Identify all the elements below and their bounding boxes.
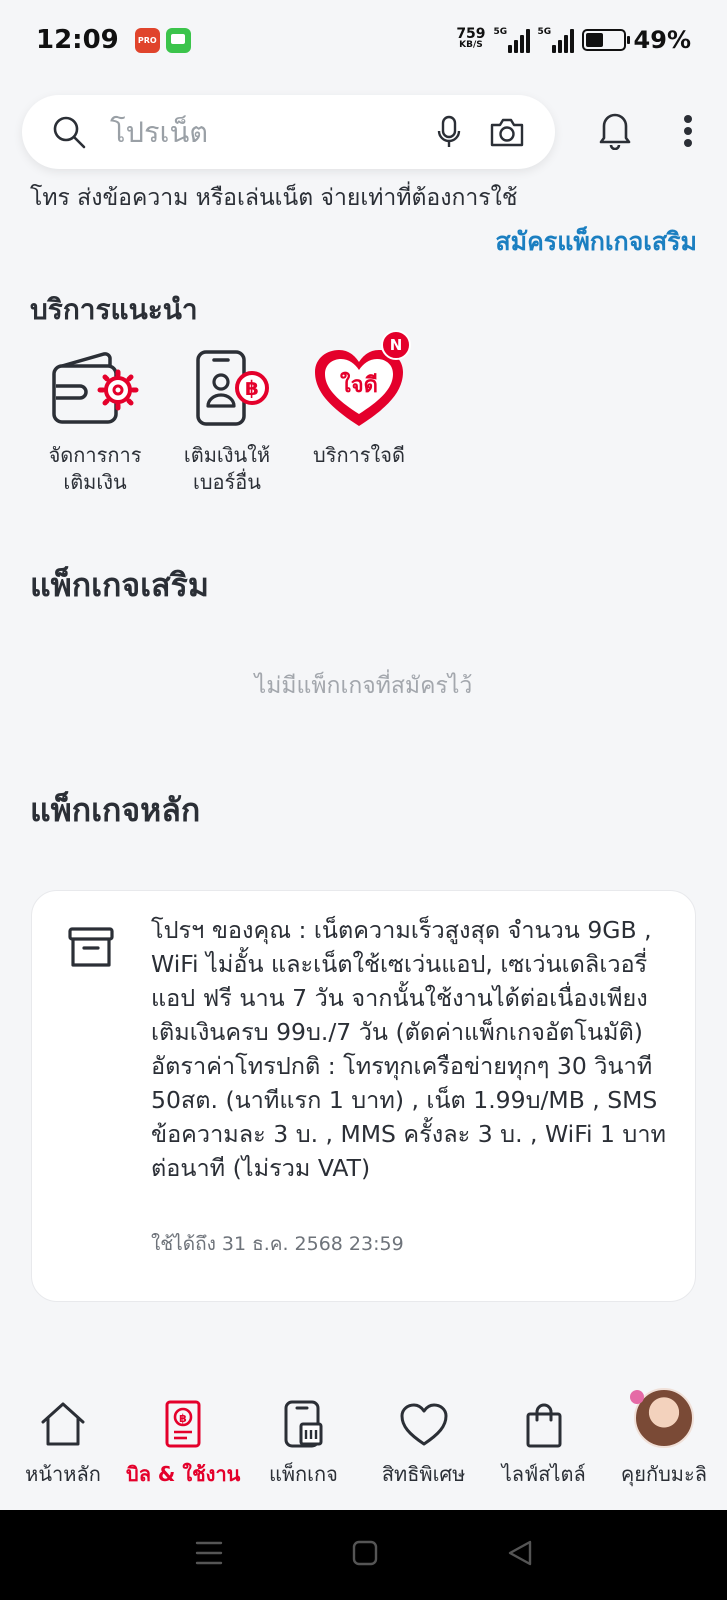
package-description: โปรฯ ของคุณ : เน็ตความเร็วสูงสุด จำนวน 9… — [151, 916, 667, 1182]
status-notification-icons: PRO — [134, 27, 191, 53]
camera-icon[interactable] — [489, 116, 525, 148]
status-time: 12:09 — [36, 25, 119, 55]
jaidee-heart-icon: ใจดี N — [299, 330, 419, 438]
subscribe-addon-link[interactable]: สมัครแพ็กเกจเสริม — [495, 222, 697, 262]
service-manage-topup[interactable]: จัดการการ เติมเงิน — [30, 338, 160, 496]
new-badge: N — [381, 330, 411, 360]
search-placeholder: โปรเน็ต — [110, 115, 209, 149]
service-label: เติมเงินให้ เบอร์อื่น — [183, 443, 271, 494]
usage-description: โทร ส่งข้อความ หรือเล่นเน็ต จ่ายเท่าที่ต… — [30, 185, 518, 211]
phone-baht-icon: ฿ — [167, 338, 287, 438]
more-options-icon[interactable] — [683, 114, 693, 152]
no-addon-packages-text: ไม่มีแพ็กเกจที่สมัครไว้ — [254, 673, 473, 699]
home-square-icon[interactable] — [352, 1540, 378, 1570]
recommended-services-title: บริการแนะนำ — [30, 293, 198, 326]
addon-packages-title: แพ็กเกจเสริม — [30, 566, 209, 604]
app-notification-icon: PRO — [134, 27, 160, 53]
system-navigation-bar — [0, 1510, 727, 1600]
network-speed: 759 KB/S — [456, 26, 486, 50]
svg-text:ใจดี: ใจดี — [340, 371, 378, 398]
search-icon — [52, 115, 86, 149]
battery-icon — [581, 29, 630, 51]
heart-icon — [399, 1378, 449, 1448]
svg-text:฿: ฿ — [179, 1412, 187, 1425]
nav-package[interactable]: แพ็กเกจ — [244, 1378, 362, 1508]
service-label: จัดการการ เติมเงิน — [48, 443, 142, 494]
nav-home[interactable]: หน้าหลัก — [4, 1378, 122, 1508]
message-notification-icon — [165, 27, 191, 53]
service-jaidee[interactable]: ใจดี N บริการใจดี — [294, 330, 424, 496]
signal-icon-2: 5G — [538, 27, 574, 53]
main-package-title: แพ็กเกจหลัก — [30, 791, 201, 829]
nav-bill-usage[interactable]: ฿ บิล & ใช้งาน — [124, 1378, 242, 1508]
back-icon[interactable] — [507, 1540, 533, 1570]
package-expiry: ใช้ได้ถึง 31 ธ.ค. 2568 23:59 — [151, 1233, 404, 1255]
home-icon — [39, 1378, 87, 1448]
mali-avatar — [629, 1378, 694, 1448]
svg-text:฿: ฿ — [245, 376, 259, 400]
battery-percent: 49% — [633, 26, 691, 54]
bill-icon: ฿ — [163, 1378, 203, 1448]
nav-lifestyle[interactable]: ไลฟ์สไตล์ — [485, 1378, 603, 1508]
package-phone-icon — [283, 1378, 323, 1448]
avatar — [629, 1388, 694, 1448]
recommended-services: จัดการการ เติมเงิน ฿ เติมเงินให้ เบอร์อื… — [30, 330, 426, 496]
archive-box-icon — [68, 927, 114, 973]
wallet-gear-icon — [35, 338, 155, 438]
nav-chat-mali[interactable]: คุยกับมะลิ — [605, 1378, 723, 1508]
search-input[interactable]: โปรเน็ต — [22, 95, 555, 169]
main-package-card[interactable]: โปรฯ ของคุณ : เน็ตความเร็วสูงสุด จำนวน 9… — [31, 890, 696, 1302]
nav-privileges[interactable]: สิทธิพิเศษ — [365, 1378, 483, 1508]
bottom-navigation: หน้าหลัก ฿ บิล & ใช้งาน แพ็กเกจ สิทธิพิเ… — [0, 1378, 727, 1508]
microphone-icon[interactable] — [437, 115, 461, 149]
shopping-bag-icon — [524, 1378, 564, 1448]
menu-icon[interactable] — [195, 1540, 223, 1570]
status-bar: 12:09 PRO 759 KB/S 5G 5G 49% — [0, 0, 727, 80]
signal-icon: 5G — [494, 27, 530, 53]
bell-icon[interactable] — [598, 110, 632, 154]
status-indicators: 759 KB/S 5G 5G 49% — [456, 26, 691, 54]
service-label: บริการใจดี — [313, 443, 405, 467]
service-topup-other-number[interactable]: ฿ เติมเงินให้ เบอร์อื่น — [162, 338, 292, 496]
